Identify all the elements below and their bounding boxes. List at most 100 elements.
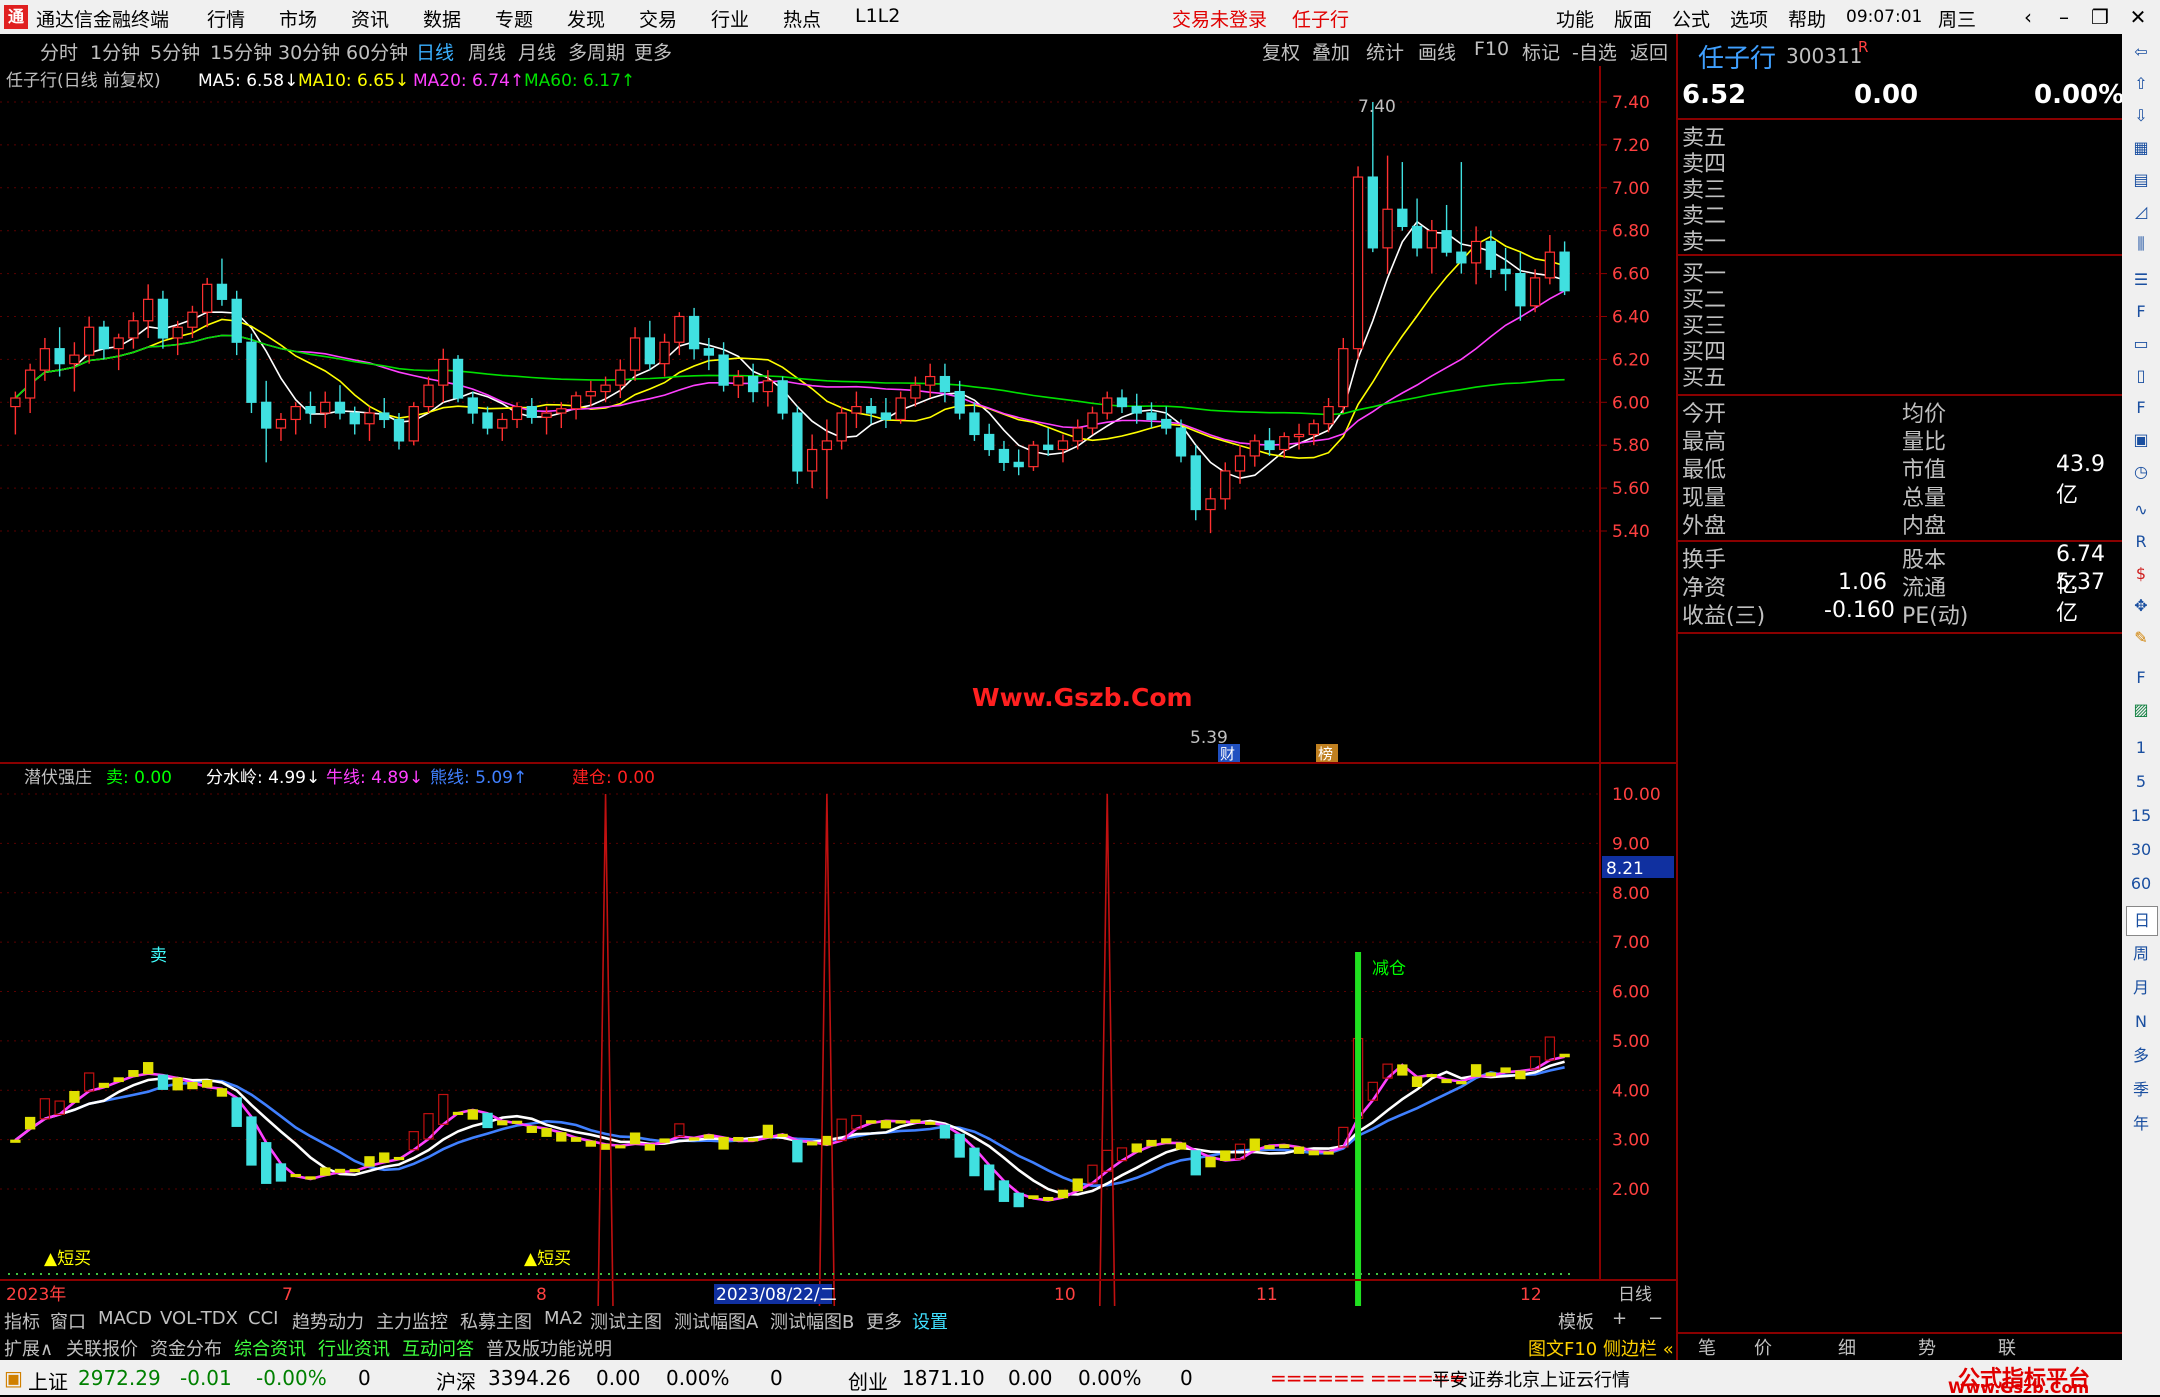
btn-zixuan[interactable]: -自选 (1572, 38, 1617, 65)
image-icon[interactable]: ▨ (2126, 696, 2156, 724)
btn-fuquan[interactable]: 复权 (1262, 38, 1300, 65)
kline-chart-area[interactable]: 7.40 7.20 7.00 6.80 6.60 6.40 6.20 6.00 5.80 5.60… (0, 66, 1676, 1306)
ext-funds[interactable]: 资金分布 (150, 1335, 222, 1361)
arrow-up-icon[interactable]: ⇧ (2126, 70, 2156, 98)
tab-test-a[interactable]: 测试幅图A (674, 1308, 758, 1334)
period-fenshi[interactable]: 分时 (40, 38, 78, 65)
panel-tab-xi[interactable]: 细 (1838, 1334, 1856, 1360)
f10-icon[interactable]: F (2126, 298, 2156, 326)
menu-xuanxiang[interactable]: 选项 (1730, 5, 1768, 32)
pencil-icon[interactable]: ✎ (2126, 624, 2156, 652)
tab-settings[interactable]: 设置 (912, 1308, 948, 1334)
dollar-icon[interactable]: $ (2126, 560, 2156, 588)
period-year-icon[interactable]: 年 (2126, 1110, 2156, 1138)
tab-zhibiao[interactable]: 指标 (4, 1308, 40, 1334)
menu-shuju[interactable]: 数据 (423, 5, 461, 32)
ext-help[interactable]: 普及版功能说明 (486, 1335, 612, 1361)
status-icon[interactable]: ▣ (4, 1366, 23, 1390)
period-multi-icon[interactable]: 多 (2126, 1042, 2156, 1070)
period-day-icon[interactable]: 日 (2126, 906, 2158, 936)
btn-diejia[interactable]: 叠加 (1312, 38, 1350, 65)
add-button[interactable]: + (1612, 1308, 1627, 1329)
rsi-icon[interactable]: R (2126, 528, 2156, 556)
menu-zixun[interactable]: 资讯 (351, 5, 389, 32)
chart-icon[interactable]: ◿ (2126, 198, 2156, 226)
period-daily[interactable]: 日线 (416, 38, 454, 65)
menu-gongneng[interactable]: 功能 (1556, 5, 1594, 32)
menu-gongshi[interactable]: 公式 (1672, 5, 1710, 32)
doc-icon[interactable]: ▯ (2126, 362, 2156, 390)
tab-test-main[interactable]: 测试主图 (590, 1308, 662, 1334)
menu-shichang[interactable]: 市场 (279, 5, 317, 32)
menu-redian[interactable]: 热点 (783, 5, 821, 32)
menu-zhuanti[interactable]: 专题 (495, 5, 533, 32)
f2-icon[interactable]: F (2126, 394, 2156, 422)
tab-trend[interactable]: 趋势动力 (292, 1308, 364, 1334)
tab-private[interactable]: 私募主图 (460, 1308, 532, 1334)
period-5min[interactable]: 5分钟 (150, 38, 200, 65)
window-icon[interactable]: ▣ (2126, 426, 2156, 454)
menu-banmian[interactable]: 版面 (1614, 5, 1652, 32)
menu-faxian[interactable]: 发现 (567, 5, 605, 32)
period-5-icon[interactable]: 5 (2126, 768, 2156, 796)
btn-f10[interactable]: F10 (1474, 38, 1509, 60)
period-60min[interactable]: 60分钟 (346, 38, 408, 65)
tab-cci[interactable]: CCI (248, 1308, 278, 1329)
list-icon[interactable]: ☰ (2126, 266, 2156, 294)
period-30min[interactable]: 30分钟 (278, 38, 340, 65)
minimize-icon[interactable]: – (2048, 3, 2080, 31)
btn-biaoji[interactable]: 标记 (1522, 38, 1560, 65)
fs-icon[interactable]: F (2126, 664, 2156, 692)
trade-login-status[interactable]: 交易未登录 (1172, 5, 1267, 32)
period-n-icon[interactable]: N (2126, 1008, 2156, 1036)
menu-hangqing[interactable]: 行情 (207, 5, 245, 32)
arrow-left-icon[interactable]: ⇦ (2126, 38, 2156, 66)
remove-button[interactable]: − (1648, 1308, 1663, 1329)
wave-icon[interactable]: ∿ (2126, 496, 2156, 524)
grid-icon[interactable]: ▦ (2126, 134, 2156, 162)
tab-chuangkou[interactable]: 窗口 (50, 1308, 86, 1334)
btn-huaxian[interactable]: 画线 (1418, 38, 1456, 65)
period-multi[interactable]: 多周期 (568, 38, 625, 65)
close-icon[interactable]: ✕ (2122, 3, 2154, 31)
panel-tab-bi[interactable]: 笔 (1698, 1334, 1716, 1360)
period-monthly[interactable]: 月线 (518, 38, 556, 65)
panel-tab-shi[interactable]: 势 (1918, 1334, 1936, 1360)
tab-macd[interactable]: MACD (98, 1308, 152, 1329)
idx-cy-name[interactable]: 创业 (848, 1366, 888, 1395)
btn-tongji[interactable]: 统计 (1366, 38, 1404, 65)
btn-fanhui[interactable]: 返回 (1630, 38, 1668, 65)
period-month-icon[interactable]: 月 (2126, 974, 2156, 1002)
move-icon[interactable]: ✥ (2126, 592, 2156, 620)
period-1min[interactable]: 1分钟 (90, 38, 140, 65)
clock-icon[interactable]: ◷ (2126, 458, 2156, 486)
menu-bangzhu[interactable]: 帮助 (1788, 5, 1826, 32)
period-season-icon[interactable]: 季 (2126, 1076, 2156, 1104)
candle-icon[interactable]: ⫼ (2126, 230, 2156, 258)
period-15min[interactable]: 15分钟 (210, 38, 272, 65)
panel-tab-jia[interactable]: 价 (1754, 1334, 1772, 1360)
ext-industry[interactable]: 行业资讯 (318, 1335, 390, 1361)
tab-test-b[interactable]: 测试幅图B (770, 1308, 854, 1334)
arrow-down-icon[interactable]: ⇩ (2126, 102, 2156, 130)
ext-related[interactable]: 关联报价 (66, 1335, 138, 1361)
period-1-icon[interactable]: 1 (2126, 734, 2156, 762)
menu-l1l2[interactable]: L1L2 (855, 5, 900, 27)
menu-jiaoyi[interactable]: 交易 (639, 5, 677, 32)
tab-vol-tdx[interactable]: VOL-TDX (160, 1308, 238, 1329)
page-icon[interactable]: ▭ (2126, 330, 2156, 358)
ext-news[interactable]: 综合资讯 (234, 1335, 306, 1361)
panel-tab-lian[interactable]: 联 (1998, 1334, 2016, 1360)
tab-ma2[interactable]: MA2 (544, 1308, 583, 1329)
ext-f10-sidebar[interactable]: 图文F10 侧边栏 « (1528, 1335, 1674, 1361)
tab-mainforce[interactable]: 主力监控 (376, 1308, 448, 1334)
ext-expand[interactable]: 扩展∧ (4, 1335, 53, 1361)
period-30-icon[interactable]: 30 (2126, 836, 2156, 864)
period-15-icon[interactable]: 15 (2126, 802, 2156, 830)
restore-icon[interactable]: ❐ (2084, 3, 2116, 31)
period-60-icon[interactable]: 60 (2126, 870, 2156, 898)
idx-sh-name[interactable]: 上证 (28, 1366, 68, 1395)
period-week-icon[interactable]: 周 (2126, 940, 2156, 968)
ext-qa[interactable]: 互动问答 (402, 1335, 474, 1361)
template-button[interactable]: 模板 (1558, 1308, 1594, 1334)
